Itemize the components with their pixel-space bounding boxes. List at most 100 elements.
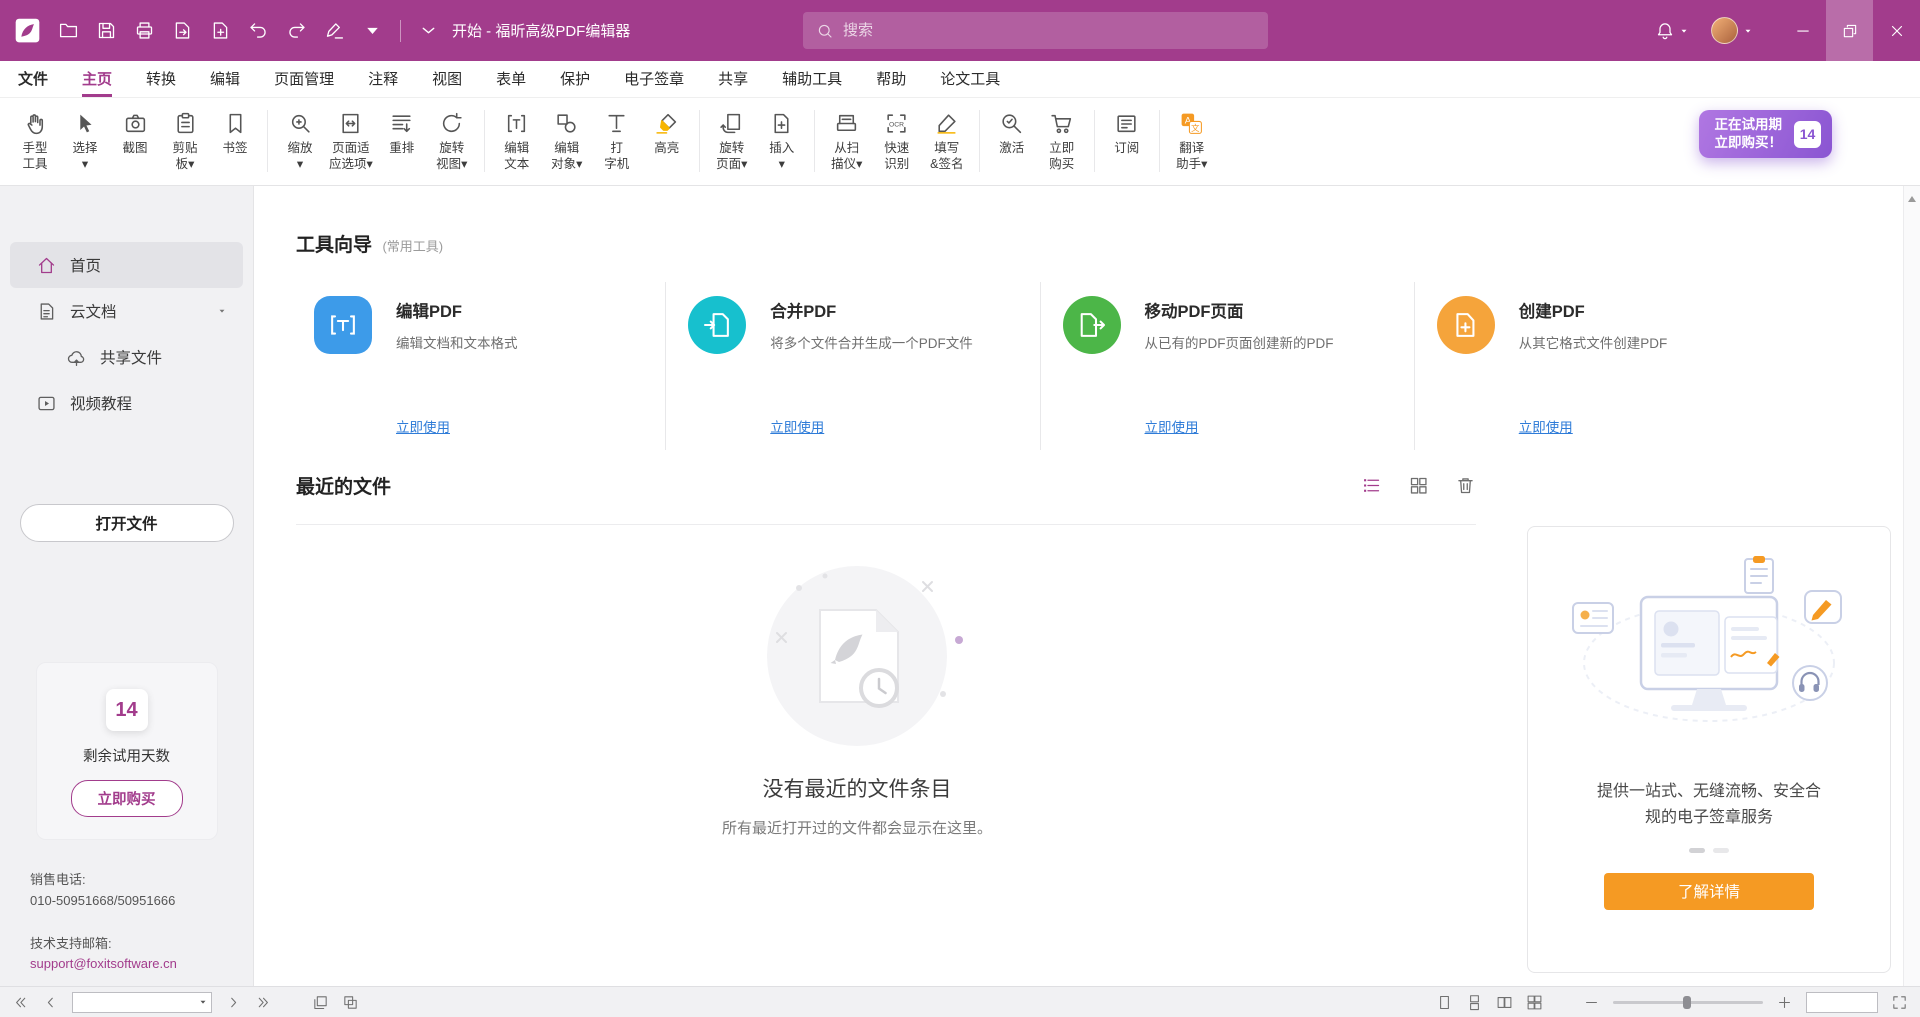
minimize-button[interactable]	[1779, 0, 1826, 61]
trial-badge[interactable]: 正在试用期 立即购买！ 14	[1699, 110, 1833, 158]
use-now-link[interactable]: 立即使用	[1145, 416, 1199, 436]
menu-item-edit[interactable]: 编辑	[210, 61, 240, 97]
menu-item-view[interactable]: 视图	[432, 61, 462, 97]
scroll-up-icon[interactable]	[1908, 192, 1916, 202]
slider-thumb[interactable]	[1683, 996, 1691, 1009]
esign-icon[interactable]	[324, 20, 345, 41]
continuous-icon[interactable]	[1466, 994, 1483, 1011]
support-email[interactable]: support@foxitsoftware.cn	[30, 954, 177, 975]
learn-more-button[interactable]: 了解详情	[1604, 873, 1814, 910]
menu-item-share[interactable]: 共享	[718, 61, 748, 97]
menu-item-file[interactable]: 文件	[18, 61, 48, 97]
zoom-value-field[interactable]	[1806, 992, 1878, 1013]
zoom-slider[interactable]	[1613, 994, 1763, 1010]
menu-item-home[interactable]: 主页	[82, 61, 112, 97]
sidebar-item-home[interactable]: 首页	[10, 242, 243, 288]
subscribe-button[interactable]: 订阅	[1102, 110, 1152, 157]
sidebar-item-cloud-docs[interactable]: 云文档	[10, 288, 243, 334]
scanner-button[interactable]: 从扫描仪▾	[822, 110, 872, 174]
bell-icon[interactable]	[1655, 21, 1675, 41]
buy-cart-button[interactable]: 立即购买	[1037, 110, 1087, 174]
tool-card-create-pdf[interactable]: 创建PDF从其它格式文件创建PDF立即使用	[1415, 282, 1788, 450]
search-input[interactable]	[843, 22, 1255, 39]
use-now-link[interactable]: 立即使用	[1519, 416, 1573, 436]
tool-card-merge-pdf[interactable]: 合并PDF将多个文件合并生成一个PDF文件立即使用	[666, 282, 1040, 450]
clipboard-button[interactable]: 剪贴板▾	[160, 110, 210, 174]
caret-down-icon[interactable]	[362, 20, 383, 41]
fullscreen-icon[interactable]	[1891, 994, 1908, 1011]
use-now-link[interactable]: 立即使用	[396, 416, 450, 436]
facing-icon[interactable]	[1496, 994, 1513, 1011]
first-page-icon[interactable]	[12, 994, 29, 1011]
activate-button[interactable]: 激活	[987, 110, 1037, 157]
select-button[interactable]: 选择▾	[60, 110, 110, 174]
caret-down-icon[interactable]	[1743, 26, 1753, 36]
open-file-button[interactable]: 打开文件	[20, 504, 234, 542]
translate-button[interactable]: A文翻译助手▾	[1167, 110, 1217, 174]
facing-continuous-icon[interactable]	[1526, 994, 1543, 1011]
snapshot-button[interactable]: 截图	[110, 110, 160, 157]
menu-item-comment[interactable]: 注释	[368, 61, 398, 97]
insert-button[interactable]: 插入▾	[757, 110, 807, 174]
restore-button[interactable]	[1826, 0, 1873, 61]
page-number-input[interactable]	[72, 992, 212, 1013]
page-copy-icon[interactable]	[312, 994, 329, 1011]
typewriter-button[interactable]: 打字机	[592, 110, 642, 174]
carousel-dot-1[interactable]	[1689, 848, 1705, 853]
prev-page-icon[interactable]	[42, 994, 59, 1011]
zoom-out-icon[interactable]	[1583, 994, 1600, 1011]
next-page-icon[interactable]	[225, 994, 242, 1011]
sidebar-item-video-tutorials[interactable]: 视频教程	[10, 380, 243, 426]
page-overlap-icon[interactable]	[342, 994, 359, 1011]
caret-down-icon[interactable]	[1679, 26, 1689, 36]
trash-icon[interactable]	[1455, 475, 1476, 496]
carousel-dot-2[interactable]	[1713, 848, 1729, 853]
menu-item-page-organize[interactable]: 页面管理	[274, 61, 334, 97]
page-number-field[interactable]	[73, 993, 198, 1012]
fill-sign-button[interactable]: 填写&签名	[922, 110, 972, 174]
tool-card-move-pdf-pages[interactable]: 移动PDF页面从已有的PDF页面创建新的PDF立即使用	[1041, 282, 1415, 450]
bookmark-button[interactable]: 书签	[210, 110, 260, 157]
menu-item-form[interactable]: 表单	[496, 61, 526, 97]
buy-now-button[interactable]: 立即购买	[71, 780, 183, 817]
hand-tool-button[interactable]: 手型工具	[10, 110, 60, 174]
folder-open-icon[interactable]	[58, 20, 79, 41]
fit-page-button[interactable]: 页面适应选项▾	[325, 110, 377, 174]
sidebar-item-shared-files[interactable]: 共享文件	[10, 334, 243, 380]
doc-export-icon[interactable]	[172, 20, 193, 41]
tool-card-edit-pdf[interactable]: 编辑PDF编辑文档和文本格式立即使用	[296, 282, 666, 450]
close-button[interactable]	[1873, 0, 1920, 61]
avatar[interactable]	[1711, 17, 1738, 44]
search-bar[interactable]	[803, 12, 1268, 49]
ocr-button[interactable]: OCR快速识别	[872, 110, 922, 174]
edit-text-button[interactable]: 编辑文本	[492, 110, 542, 174]
rotate-view-button[interactable]: 旋转视图▾	[427, 110, 477, 174]
menu-item-esign[interactable]: 电子签章	[624, 61, 684, 97]
undo-icon[interactable]	[248, 20, 269, 41]
caret-down-icon[interactable]	[217, 306, 227, 316]
single-page-icon[interactable]	[1436, 994, 1453, 1011]
grid-view-icon[interactable]	[1408, 475, 1429, 496]
print-icon[interactable]	[134, 20, 155, 41]
zoom-in-icon[interactable]	[1776, 994, 1793, 1011]
toolbar-chevron-icon[interactable]	[418, 20, 439, 41]
list-view-icon[interactable]	[1361, 475, 1382, 496]
use-now-link[interactable]: 立即使用	[770, 416, 824, 436]
rotate-pages-button[interactable]: 旋转页面▾	[707, 110, 757, 174]
last-page-icon[interactable]	[255, 994, 272, 1011]
highlight-button[interactable]: 高亮	[642, 110, 692, 157]
save-icon[interactable]	[96, 20, 117, 41]
carousel-dots[interactable]	[1528, 848, 1890, 853]
caret-down-icon[interactable]	[198, 997, 208, 1007]
menu-item-paper-tools[interactable]: 论文工具	[940, 61, 1000, 97]
menu-item-accessibility[interactable]: 辅助工具	[782, 61, 842, 97]
reflow-button[interactable]: 重排	[377, 110, 427, 157]
vertical-scrollbar[interactable]	[1903, 186, 1920, 986]
edit-object-button[interactable]: 编辑对象▾	[542, 110, 592, 174]
menu-item-help[interactable]: 帮助	[876, 61, 906, 97]
zoom-button[interactable]: 缩放▾	[275, 110, 325, 174]
menu-item-convert[interactable]: 转换	[146, 61, 176, 97]
menu-item-protect[interactable]: 保护	[560, 61, 590, 97]
redo-icon[interactable]	[286, 20, 307, 41]
doc-create-icon[interactable]	[210, 20, 231, 41]
